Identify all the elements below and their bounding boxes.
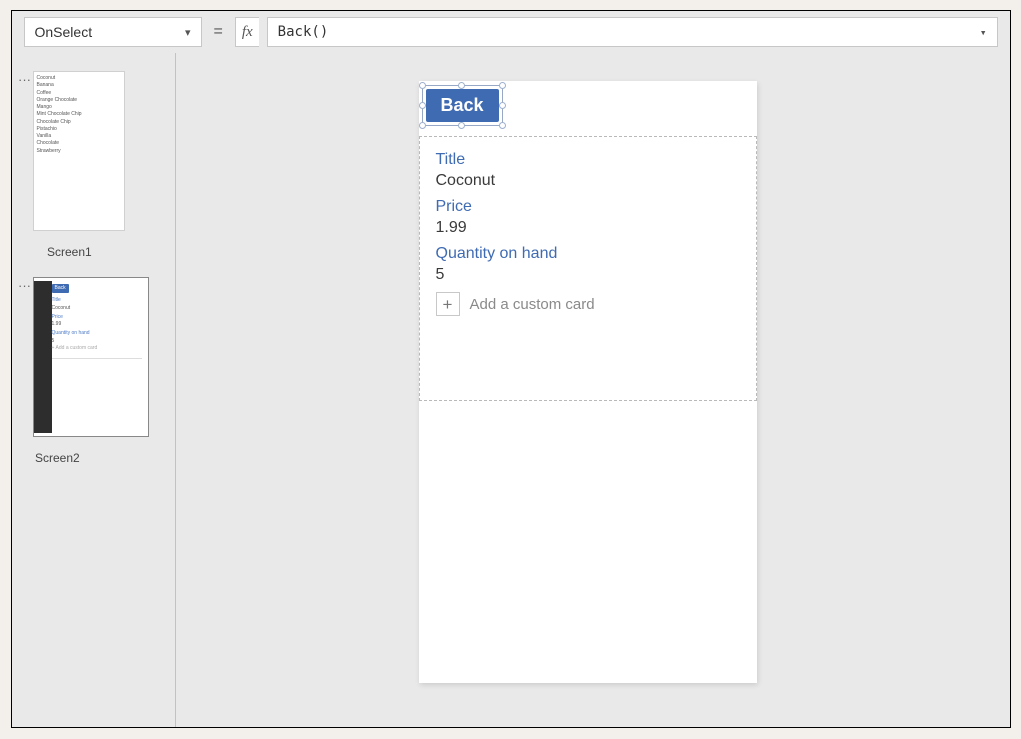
list-item: Strawberry: [37, 148, 121, 155]
resize-handle-icon[interactable]: [419, 82, 426, 89]
thumbnail-screen2-preview: Back Title Coconut Price 1.99 Quantity o…: [33, 277, 149, 437]
property-dropdown-value: OnSelect: [35, 24, 93, 40]
card-price-label: Price: [436, 198, 740, 216]
thumbnail-label: Price: [37, 314, 142, 321]
list-item: Mint Chocolate Chip: [37, 111, 121, 118]
resize-handle-icon[interactable]: [499, 102, 506, 109]
fx-label: fx: [235, 17, 259, 47]
canvas-area[interactable]: Back Title: [176, 53, 1010, 727]
card-title-label: Title: [436, 151, 740, 169]
back-button-label: Back: [441, 95, 484, 115]
resize-handle-icon[interactable]: [419, 122, 426, 129]
list-item: Coconut: [37, 75, 121, 82]
ellipsis-icon[interactable]: ···: [17, 277, 33, 292]
back-button-wrapper: Back: [426, 89, 499, 122]
display-form[interactable]: Title Coconut Price 1.99 Quantity on han…: [419, 136, 757, 401]
screens-sidebar: ··· Coconut Banana Coffee Orange Chocola…: [12, 53, 176, 727]
thumbnail-screen1[interactable]: ··· Coconut Banana Coffee Orange Chocola…: [17, 71, 170, 259]
resize-handle-icon[interactable]: [419, 102, 426, 109]
app-frame: OnSelect ▾ = fx Back() ▾ ··· Coconut Ban…: [11, 10, 1011, 728]
list-item: Vanilla: [37, 133, 121, 140]
thumbnail-screen1-caption: Screen1: [47, 245, 139, 259]
add-custom-card-button[interactable]: + Add a custom card: [436, 292, 740, 316]
card-price-value: 1.99: [436, 219, 740, 237]
ellipsis-icon[interactable]: ···: [17, 71, 33, 86]
screen-canvas[interactable]: Back Title: [419, 81, 757, 683]
workspace: ··· Coconut Banana Coffee Orange Chocola…: [12, 53, 1010, 727]
card-quantity-label: Quantity on hand: [436, 245, 740, 263]
resize-handle-icon[interactable]: [458, 82, 465, 89]
formula-input[interactable]: Back() ▾: [267, 17, 998, 47]
resize-handle-icon[interactable]: [458, 122, 465, 129]
thumbnail-screen1-preview: Coconut Banana Coffee Orange Chocolate M…: [33, 71, 125, 231]
formula-expression: Back(): [278, 24, 329, 40]
thumbnail-value: 5: [37, 338, 142, 345]
resize-handle-icon[interactable]: [499, 82, 506, 89]
list-item: Pistachio: [37, 126, 121, 133]
thumbnail-label: Quantity on hand: [37, 330, 142, 337]
thumbnail-back-button: Back: [52, 284, 69, 293]
property-dropdown[interactable]: OnSelect ▾: [24, 17, 202, 47]
thumbnail-add: + Add a custom card: [37, 345, 142, 352]
back-button[interactable]: Back: [426, 89, 499, 122]
card-title-value: Coconut: [436, 172, 740, 190]
list-item: Coffee: [37, 90, 121, 97]
plus-icon: +: [436, 292, 460, 316]
resize-handle-icon[interactable]: [499, 122, 506, 129]
thumbnail-label: Title: [37, 297, 142, 304]
list-item: Mango: [37, 104, 121, 111]
list-item: Banana: [37, 82, 121, 89]
equals-label: =: [210, 23, 227, 41]
thumbnail-screen2-caption: Screen2: [35, 451, 151, 465]
add-custom-card-label: Add a custom card: [470, 296, 595, 313]
list-item: Orange Chocolate: [37, 97, 121, 104]
list-item: Chocolate Chip: [37, 119, 121, 126]
formula-bar: OnSelect ▾ = fx Back() ▾: [12, 11, 1010, 53]
thumbnail-screen2[interactable]: ··· Back Title Coconut Price 1.99 Quanti…: [17, 277, 170, 465]
chevron-down-icon: ▾: [185, 26, 191, 39]
thumbnail-value: 1.99: [37, 321, 142, 328]
card-quantity-value: 5: [436, 266, 740, 284]
list-item: Chocolate: [37, 140, 121, 147]
thumbnail-value: Coconut: [37, 305, 142, 312]
chevron-down-icon: ▾: [980, 26, 987, 39]
